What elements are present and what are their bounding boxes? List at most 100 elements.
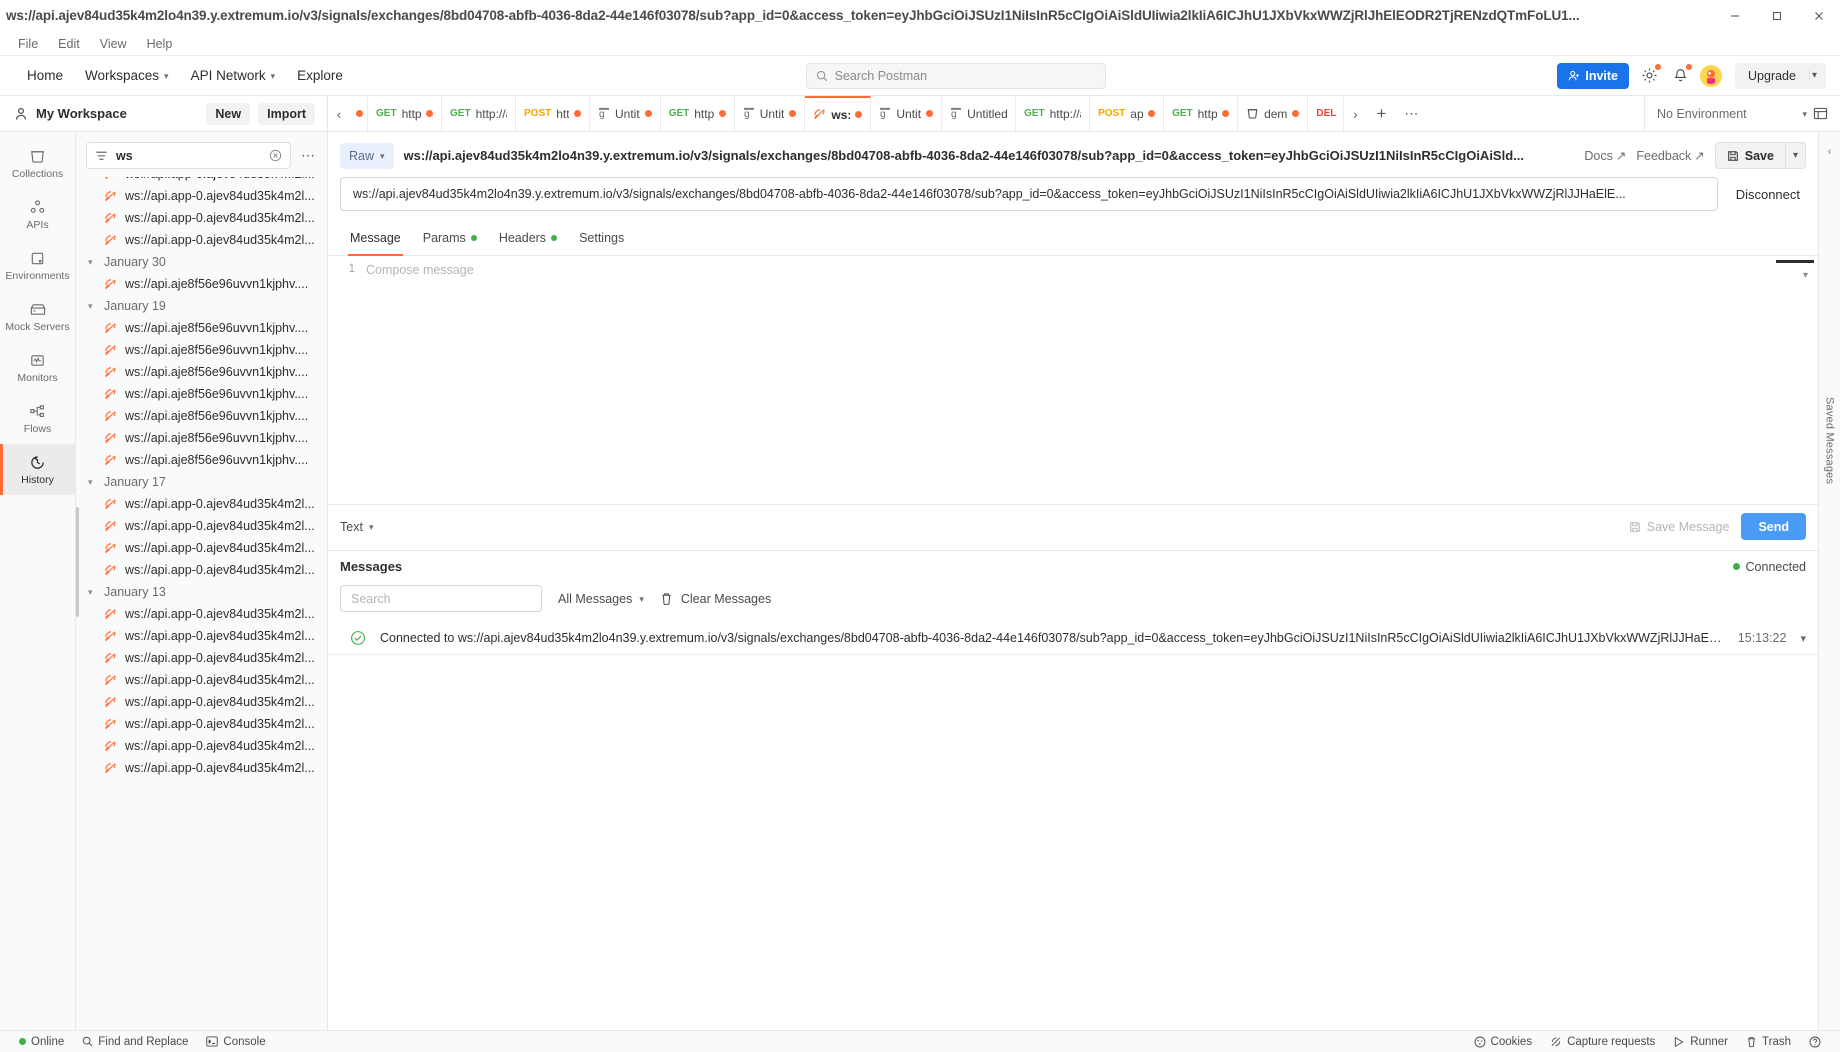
list-item[interactable]: ws://api.app-0.ajev84ud35k4m2l... bbox=[76, 669, 327, 691]
settings-button[interactable] bbox=[1638, 65, 1660, 87]
list-item[interactable]: ws://api.aje8f56e96uvvn1kjphv.... bbox=[76, 361, 327, 383]
environment-quick-look-icon[interactable] bbox=[1813, 106, 1828, 121]
request-tab[interactable]: GET http bbox=[1164, 96, 1238, 131]
list-item[interactable]: ws://api.app-0.ajev84ud35k4m2l... bbox=[76, 185, 327, 207]
minimize-icon[interactable] bbox=[1714, 0, 1756, 32]
list-item[interactable]: ws://api.app-0.ajev84ud35k4m2l... bbox=[76, 603, 327, 625]
request-tab[interactable]: GET http://a bbox=[1016, 96, 1090, 131]
menu-edit[interactable]: Edit bbox=[48, 35, 90, 53]
history-more-button[interactable]: ⋯ bbox=[297, 147, 319, 164]
list-item[interactable]: ws://api.aje8f56e96uvvn1kjphv.... bbox=[76, 317, 327, 339]
tab-message[interactable]: Message bbox=[340, 223, 411, 255]
save-message-button[interactable]: Save Message bbox=[1629, 520, 1730, 534]
list-item[interactable]: ws://api.app-0.ajev84ud35k4m2l... bbox=[76, 757, 327, 779]
list-item[interactable]: ws://api.app-0.ajev84ud35k4m2l... bbox=[76, 713, 327, 735]
list-item[interactable]: ws://api.app-0.ajev84ud35k4m2l... bbox=[76, 229, 327, 251]
tabs-scroll-right-button[interactable]: › bbox=[1344, 96, 1366, 131]
clear-messages-button[interactable]: Clear Messages bbox=[660, 592, 771, 606]
list-item[interactable]: ws://api.aje8f56e96uvvn1kjphv.... bbox=[76, 427, 327, 449]
tabs-scroll-left-button[interactable]: ‹ bbox=[328, 96, 350, 131]
list-item[interactable]: ws://api.app-0.ajev84ud35k4m2l... bbox=[76, 537, 327, 559]
sidebar-item-history[interactable]: History bbox=[0, 444, 75, 495]
clear-filter-icon[interactable] bbox=[269, 149, 282, 162]
list-item[interactable]: ws://api.app-0.ajev84ud35k4m2l... bbox=[76, 625, 327, 647]
history-filter-input[interactable]: ws bbox=[86, 142, 291, 169]
history-group-header[interactable]: ▾January 30 bbox=[76, 251, 327, 273]
list-item[interactable]: ws://api.app-0.ajev84ud35k4m2l... bbox=[76, 691, 327, 713]
environment-select[interactable]: No Environment ▾ bbox=[1657, 107, 1807, 121]
request-tab[interactable]: g Untit bbox=[590, 96, 661, 131]
nav-api-network[interactable]: API Network ▾ bbox=[180, 63, 287, 88]
request-tab-active[interactable]: ws:/ bbox=[805, 96, 871, 131]
status-online[interactable]: Online bbox=[10, 1036, 73, 1048]
request-tab[interactable]: GET http bbox=[368, 96, 442, 131]
menu-file[interactable]: File bbox=[8, 35, 48, 53]
history-group-header[interactable]: ▾January 17 bbox=[76, 471, 327, 493]
chevron-down-icon[interactable]: ▾ bbox=[1800, 632, 1806, 645]
protocol-select[interactable]: Raw ▾ bbox=[340, 143, 394, 169]
menu-view[interactable]: View bbox=[90, 35, 137, 53]
list-item[interactable]: ws://api.app-0.ajev84ud35k4m2l... bbox=[76, 493, 327, 515]
request-tab[interactable]: DEL bbox=[1308, 96, 1344, 131]
invite-button[interactable]: Invite bbox=[1557, 63, 1629, 89]
list-item[interactable]: ws://api.app-0.ajev84ud35k4m2l... bbox=[76, 735, 327, 757]
chevron-down-icon[interactable]: ▾ bbox=[1803, 270, 1808, 281]
maximize-icon[interactable] bbox=[1756, 0, 1798, 32]
message-composer[interactable]: 1 Compose message ▾ bbox=[328, 256, 1818, 504]
save-button[interactable]: Save bbox=[1715, 142, 1786, 169]
list-item[interactable]: ws://api.aje8f56e96uvvn1kjphv.... bbox=[76, 273, 327, 295]
disconnect-button[interactable]: Disconnect bbox=[1730, 187, 1806, 202]
status-runner[interactable]: Runner bbox=[1664, 1036, 1737, 1048]
chevron-down-icon[interactable]: ▾ bbox=[1809, 70, 1826, 81]
request-tab[interactable]: g Untit bbox=[735, 96, 806, 131]
status-console[interactable]: Console bbox=[197, 1036, 274, 1048]
close-icon[interactable] bbox=[1798, 0, 1840, 32]
history-scrollbar[interactable] bbox=[76, 507, 79, 617]
avatar[interactable] bbox=[1700, 65, 1722, 87]
list-item[interactable]: ws://api.app-0.ajev84ud35k4m2l... bbox=[76, 559, 327, 581]
list-item[interactable]: ws://api.app-0.ajev84ud35k4m2l... bbox=[76, 177, 327, 185]
sidebar-item-monitors[interactable]: Monitors bbox=[0, 342, 75, 393]
list-item[interactable]: ws://api.aje8f56e96uvvn1kjphv.... bbox=[76, 405, 327, 427]
tab-params[interactable]: Params bbox=[413, 223, 487, 255]
request-tab[interactable] bbox=[350, 96, 368, 131]
nav-explore[interactable]: Explore bbox=[286, 63, 354, 88]
url-input[interactable]: ws://api.ajev84ud35k4m2lo4n39.y.extremum… bbox=[340, 177, 1718, 211]
new-button[interactable]: New bbox=[206, 103, 250, 125]
message-row[interactable]: Connected to ws://api.ajev84ud35k4m2lo4n… bbox=[328, 622, 1818, 655]
list-item[interactable]: ws://api.app-0.ajev84ud35k4m2l... bbox=[76, 207, 327, 229]
status-find-and-replace[interactable]: Find and Replace bbox=[73, 1036, 197, 1048]
list-item[interactable]: ws://api.aje8f56e96uvvn1kjphv.... bbox=[76, 449, 327, 471]
history-group-header[interactable]: ▾January 13 bbox=[76, 581, 327, 603]
tab-settings[interactable]: Settings bbox=[569, 223, 634, 255]
list-item[interactable]: ws://api.aje8f56e96uvvn1kjphv.... bbox=[76, 339, 327, 361]
status-capture-requests[interactable]: Capture requests bbox=[1541, 1036, 1664, 1048]
list-item[interactable]: ws://api.aje8f56e96uvvn1kjphv.... bbox=[76, 383, 327, 405]
list-item[interactable]: ws://api.app-0.ajev84ud35k4m2l... bbox=[76, 647, 327, 669]
saved-messages-label[interactable]: Saved Messages bbox=[1824, 397, 1836, 484]
body-format-select[interactable]: Text ▾ bbox=[340, 520, 373, 534]
sidebar-item-mock-servers[interactable]: Mock Servers bbox=[0, 291, 75, 342]
request-tab[interactable]: g Untitled bbox=[942, 96, 1016, 131]
tab-headers[interactable]: Headers bbox=[489, 223, 567, 255]
composer-scrollbar[interactable] bbox=[1776, 260, 1814, 263]
sidebar-item-environments[interactable]: Environments bbox=[0, 240, 75, 291]
sidebar-item-apis[interactable]: APIs bbox=[0, 189, 75, 240]
messages-filter-select[interactable]: All Messages ▾ bbox=[558, 592, 644, 606]
request-tab[interactable]: POST http bbox=[516, 96, 590, 131]
chevron-left-icon[interactable]: ‹ bbox=[1828, 146, 1831, 157]
status-trash[interactable]: Trash bbox=[1737, 1036, 1800, 1048]
menu-help[interactable]: Help bbox=[137, 35, 183, 53]
save-options-caret[interactable]: ▾ bbox=[1786, 142, 1806, 169]
history-list[interactable]: ws://api.app-0.ajev84ud35k4m2l... ws://a… bbox=[76, 177, 327, 1030]
upgrade-button[interactable]: Upgrade bbox=[1735, 69, 1809, 83]
request-tab[interactable]: GET http bbox=[661, 96, 735, 131]
sidebar-item-flows[interactable]: Flows bbox=[0, 393, 75, 444]
nav-home[interactable]: Home bbox=[16, 63, 74, 88]
status-help[interactable] bbox=[1800, 1036, 1830, 1048]
workspace-name[interactable]: My Workspace bbox=[36, 106, 198, 121]
docs-link[interactable]: Docs ↗ bbox=[1584, 148, 1626, 163]
request-tab[interactable]: g Untit bbox=[871, 96, 942, 131]
import-button[interactable]: Import bbox=[258, 103, 315, 125]
status-cookies[interactable]: Cookies bbox=[1465, 1036, 1542, 1048]
